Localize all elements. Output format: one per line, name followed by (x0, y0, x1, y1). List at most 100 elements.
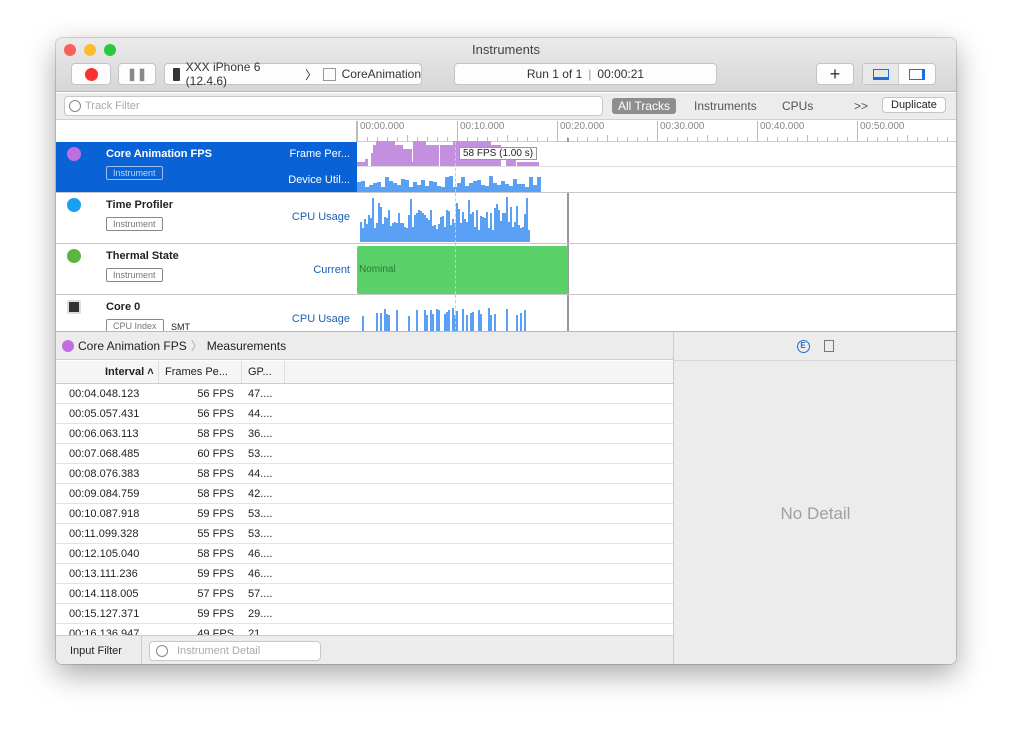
template-icon (323, 67, 336, 81)
fps-cell: 59 FPS (197, 568, 234, 580)
gpu-cell: 57.... (248, 588, 273, 600)
fps-bar (395, 145, 403, 167)
column-gpu[interactable]: GP... (241, 361, 285, 383)
inspector-panel: E No Detail (673, 332, 956, 664)
table-row[interactable]: 00:14.118.005 57 FPS 57.... (56, 584, 673, 604)
more-scopes[interactable]: >> (854, 99, 868, 113)
gpu-cell: 29.... (248, 608, 273, 620)
utilization-bar (537, 177, 541, 192)
track-graph[interactable]: Nominal (357, 244, 956, 294)
run-status: Run 1 of 1 | 00:00:21 (454, 63, 717, 85)
fps-cell: 58 FPS (197, 468, 234, 480)
pause-button[interactable]: ❚❚ (118, 63, 156, 85)
table-row[interactable]: 00:09.084.759 58 FPS 42.... (56, 484, 673, 504)
gpu-cell: 53.... (248, 528, 273, 540)
track-graph[interactable] (357, 193, 956, 243)
table-row[interactable]: 00:08.076.383 58 FPS 44.... (56, 464, 673, 484)
filter-icon (69, 100, 81, 112)
extended-detail-icon[interactable]: E (796, 339, 810, 353)
interval-cell: 00:06.063.113 (69, 428, 139, 440)
chevron-right-icon: 〉 (305, 67, 318, 82)
track-name: Thermal State (106, 250, 179, 262)
cpu-usage-bar (416, 309, 418, 333)
record-button[interactable] (71, 63, 111, 85)
scope-instruments[interactable]: Instruments (694, 99, 757, 113)
table-row[interactable]: 00:05.057.431 56 FPS 44.... (56, 404, 673, 424)
cpu-usage-bar (376, 312, 378, 333)
pause-icon: ❚❚ (126, 67, 148, 81)
column-interval[interactable]: Interval ˄ (105, 366, 154, 378)
table-row[interactable]: 00:12.105.040 58 FPS 46.... (56, 544, 673, 564)
table-row[interactable]: 00:13.111.236 59 FPS 46.... (56, 564, 673, 584)
detail-area: Core Animation FPS 〉 Measurements Interva… (56, 331, 956, 664)
filter-bar: Track Filter All Tracks Instruments CPUs… (56, 93, 956, 120)
fps-bar (440, 145, 453, 167)
table-header: Interval ˄ Frames Pe... GP... (56, 361, 673, 384)
interval-cell: 00:04.048.123 (69, 388, 140, 400)
cpu-usage-bar (524, 309, 526, 333)
fps-bar (426, 145, 439, 167)
track-name: Core 0 (106, 301, 141, 313)
track-filter-field[interactable]: Track Filter (64, 96, 603, 116)
bottom-panel-icon[interactable] (863, 64, 899, 84)
track-sublabel[interactable]: Frame Per... (289, 148, 350, 160)
track-badge: Instrument (106, 268, 163, 282)
fps-cell: 55 FPS (197, 528, 234, 540)
interval-cell: 00:11.099.328 (69, 528, 139, 540)
timeline-ruler[interactable]: 00:00.000 00:10.000 00:20.000 00:30.000 00:4… (356, 121, 956, 142)
fps-cell: 60 FPS (197, 448, 234, 460)
track-core-animation-fps[interactable]: Core Animation FPS Instrument Frame Per.… (56, 141, 956, 193)
track-sublabel[interactable]: CPU Usage (292, 211, 350, 223)
right-panel-icon[interactable] (899, 64, 935, 84)
fps-bar (376, 141, 386, 167)
document-icon[interactable] (823, 340, 834, 352)
thermal-state-bar: Nominal (357, 246, 568, 294)
gpu-cell: 42.... (248, 488, 273, 500)
fps-cell: 59 FPS (197, 608, 234, 620)
track-sublabel[interactable]: Current (313, 264, 350, 276)
gpu-cell: 36.... (248, 428, 273, 440)
table-row[interactable]: 00:07.068.485 60 FPS 53.... (56, 444, 673, 464)
input-filter-button[interactable]: Input Filter (70, 645, 122, 657)
track-badge: Instrument (106, 217, 163, 231)
gpu-cell: 53.... (248, 508, 273, 520)
add-instrument-button[interactable]: + (816, 63, 854, 85)
track-sublabel[interactable]: Device Util... (288, 174, 350, 186)
fps-cell: 56 FPS (197, 408, 234, 420)
table-row[interactable]: 00:06.063.113 58 FPS 36.... (56, 424, 673, 444)
table-row[interactable]: 00:11.099.328 55 FPS 53.... (56, 524, 673, 544)
iphone-icon (173, 67, 180, 81)
layout-toggle[interactable] (862, 63, 936, 85)
breadcrumb-instrument[interactable]: Core Animation FPS (78, 339, 187, 353)
track-thermal-state[interactable]: Thermal State Instrument Current Nominal (56, 244, 956, 295)
track-sublabel[interactable]: CPU Usage (292, 313, 350, 325)
track-time-profiler[interactable]: Time Profiler Instrument CPU Usage (56, 193, 956, 244)
instrument-detail-field[interactable]: Instrument Detail (149, 641, 321, 661)
fps-bar (403, 149, 412, 167)
fps-cell: 58 FPS (197, 548, 234, 560)
template-name: CoreAnimation (341, 67, 421, 81)
detail-placeholder: Instrument Detail (177, 645, 261, 657)
target-selector[interactable]: XXX iPhone 6 (12.4.6) 〉 CoreAnimation (164, 60, 422, 88)
track-graph[interactable]: 58 FPS (1.00 s) (357, 141, 956, 192)
thermometer-icon (67, 249, 81, 263)
record-icon (84, 67, 98, 81)
fps-cell: 56 FPS (197, 388, 234, 400)
table-row[interactable]: 00:10.087.918 59 FPS 53.... (56, 504, 673, 524)
clock-icon (62, 339, 74, 352)
fps-bar (386, 141, 395, 167)
breadcrumb-view[interactable]: Measurements (207, 339, 286, 353)
scope-all-tracks[interactable]: All Tracks (612, 98, 677, 114)
table-row[interactable]: 00:15.127.371 59 FPS 29.... (56, 604, 673, 624)
gpu-cell: 53.... (248, 448, 273, 460)
scope-cpus[interactable]: CPUs (782, 99, 813, 113)
fps-cell: 57 FPS (197, 588, 234, 600)
table-row[interactable]: 00:04.048.123 56 FPS 47.... (56, 384, 673, 404)
interval-cell: 00:09.084.759 (69, 488, 140, 500)
duplicate-button[interactable]: Duplicate (882, 97, 946, 113)
column-fps[interactable]: Frames Pe... (158, 361, 240, 383)
gauge-icon (67, 198, 81, 212)
elapsed-time: 00:00:21 (597, 67, 645, 81)
no-detail-label: No Detail (780, 504, 851, 523)
track-filter-placeholder: Track Filter (85, 100, 140, 112)
